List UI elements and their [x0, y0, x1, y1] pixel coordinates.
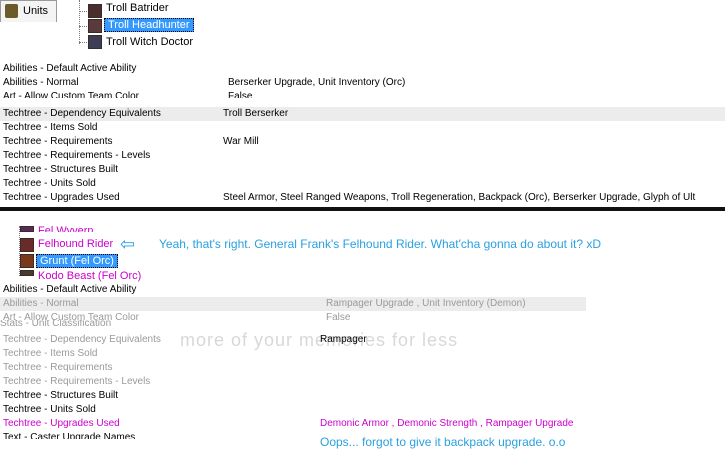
felhound-rider-icon [20, 238, 34, 252]
tree-item-troll-batrider[interactable]: Troll Batrider [106, 2, 169, 14]
field-value: Rampager [320, 334, 367, 345]
field-key: Techtree - Requirements [3, 136, 113, 147]
field-row[interactable]: Techtree - Requirements - Levels [0, 149, 725, 163]
tree-item-troll-witch-doctor[interactable]: Troll Witch Doctor [106, 36, 193, 48]
field-value: Demonic Armor , Demonic Strength , Rampa… [320, 418, 574, 429]
field-key: Art - Allow Custom Team Color [3, 312, 139, 320]
tab-units-label: Units [23, 5, 49, 17]
field-key: Techtree - Requirements - Levels [3, 150, 151, 161]
field-row[interactable]: Techtree - Upgrades Used Demonic Armor , … [0, 417, 600, 431]
field-key: Techtree - Units Sold [3, 404, 96, 415]
field-value: Troll Berserker [223, 108, 289, 119]
field-row[interactable]: Abilities - Default Active Ability [0, 283, 600, 297]
field-value: Steel Armor, Steel Ranged Weapons, Troll… [223, 192, 696, 203]
field-row[interactable]: Techtree - Dependency Equivalents Rampage… [0, 333, 600, 347]
field-key: Art - Allow Custom Team Color [3, 91, 139, 98]
field-value: Rampager Upgrade , Unit Inventory (Demon… [326, 298, 526, 309]
tree-item-kodo-beast[interactable]: Kodo Beast (Fel Orc) [38, 270, 141, 282]
field-key: Text - Caster Upgrade Names [3, 432, 136, 439]
troll-batrider-icon [88, 4, 102, 18]
field-row[interactable]: Abilities - Normal Berserker Upgrade, Uni… [0, 76, 725, 90]
arrow-left-icon: ⇦ [120, 234, 136, 254]
tree-connector [79, 42, 87, 43]
field-row[interactable]: Abilities - Normal Rampager Upgrade , Uni… [0, 297, 586, 311]
comment-felhound: Yeah, that's right. General Frank's Felh… [159, 237, 602, 251]
field-row[interactable]: Abilities - Default Active Ability [0, 62, 725, 76]
field-value: Berserker Upgrade, Unit Inventory (Orc) [228, 77, 406, 88]
fel-wyvern-icon [20, 226, 34, 232]
tree-item-grunt-fel-orc[interactable]: Grunt (Fel Orc) [36, 254, 118, 268]
field-row[interactable]: Techtree - Units Sold [0, 177, 725, 191]
field-key: Abilities - Default Active Ability [3, 284, 137, 295]
field-row[interactable]: Art - Allow Custom Team Color False [0, 90, 725, 98]
field-key: Techtree - Items Sold [3, 122, 98, 133]
units-icon [5, 4, 18, 18]
field-key: Techtree - Requirements [3, 362, 113, 373]
tree-connector [79, 11, 87, 12]
field-row[interactable]: Art - Allow Custom Team Color False [0, 311, 600, 320]
field-row[interactable]: Techtree - Items Sold [0, 347, 600, 361]
field-row[interactable]: Techtree - Requirements - Levels [0, 375, 600, 389]
field-key: Abilities - Normal [3, 77, 79, 88]
field-row[interactable]: Techtree - Items Sold [0, 121, 725, 135]
field-key: Abilities - Default Active Ability [3, 63, 137, 74]
troll-headhunter-icon [88, 19, 102, 33]
field-row[interactable]: Techtree - Requirements War Mill [0, 135, 725, 149]
field-key: Techtree - Items Sold [3, 348, 98, 359]
tab-units[interactable]: Units [0, 0, 57, 22]
field-key: Techtree - Structures Built [3, 390, 119, 401]
tree-connector [79, 0, 80, 44]
field-key: Techtree - Dependency Equivalents [3, 108, 161, 119]
comment-backpack: Oops... forgot to give it backpack upgra… [320, 435, 566, 449]
tree-item-fel-wyvern[interactable]: Fel Wyvern [38, 220, 94, 232]
field-row[interactable]: Stats - Unit Classification [0, 320, 600, 328]
field-row[interactable]: Techtree - Upgrades Used Steel Armor, Ste… [0, 191, 725, 205]
field-key: Techtree - Upgrades Used [3, 192, 120, 203]
kodo-beast-icon [20, 270, 34, 276]
field-key: Techtree - Units Sold [3, 178, 96, 189]
field-key: Techtree - Upgrades Used [3, 418, 120, 429]
field-key: Techtree - Structures Built [3, 164, 119, 175]
troll-witch-doctor-icon [88, 35, 102, 49]
field-key: Stats - Unit Classification [0, 320, 112, 328]
field-row[interactable]: Techtree - Requirements [0, 361, 600, 375]
field-row[interactable]: Techtree - Units Sold [0, 403, 600, 417]
tree-item-felhound-rider[interactable]: Felhound Rider [38, 238, 113, 250]
tree-connector [79, 26, 87, 27]
field-row[interactable]: Techtree - Structures Built [0, 163, 725, 177]
field-row[interactable]: Techtree - Dependency Equivalents Troll B… [0, 107, 725, 121]
grunt-icon [20, 254, 34, 268]
field-value: False [228, 91, 253, 98]
field-key: Abilities - Normal [3, 298, 79, 309]
image-divider [0, 207, 725, 211]
field-value: False [326, 312, 351, 320]
field-row[interactable]: Techtree - Structures Built [0, 389, 600, 403]
field-value: War Mill [223, 136, 259, 147]
field-key: Techtree - Requirements - Levels [3, 376, 151, 387]
field-key: Techtree - Dependency Equivalents [3, 334, 161, 345]
tree-item-troll-headhunter[interactable]: Troll Headhunter [104, 18, 194, 32]
